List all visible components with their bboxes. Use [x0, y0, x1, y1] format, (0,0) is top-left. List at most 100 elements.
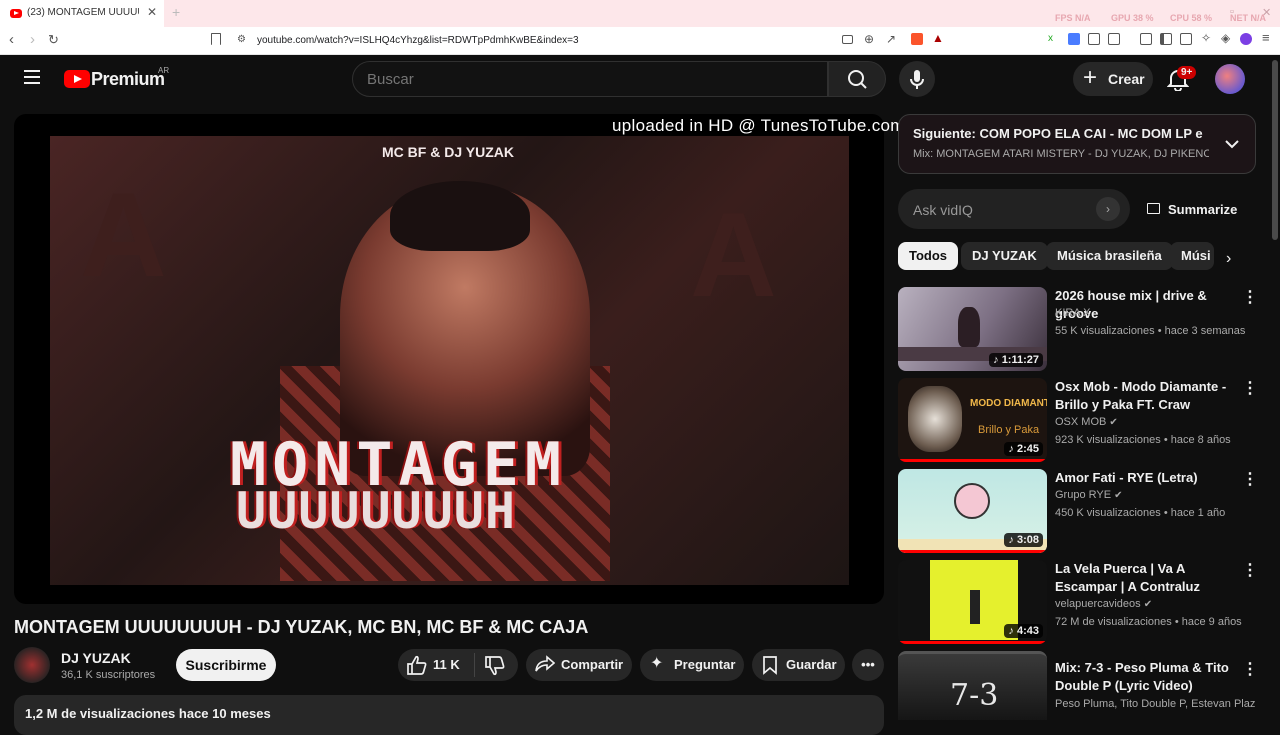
back-icon[interactable]: ‹	[9, 31, 14, 48]
watch-progress-bar	[898, 459, 1047, 462]
recommendation-item[interactable]: 7-3 Mix: 7-3 - Peso Pluma & Tito Double …	[898, 651, 1256, 720]
window-close-icon[interactable]: ✕	[1262, 6, 1271, 19]
leo-ai-icon[interactable]: ✧	[1201, 31, 1211, 45]
video-thumbnail[interactable]: ♪ 3:08	[898, 469, 1047, 553]
youtube-logo-icon[interactable]	[64, 70, 90, 88]
window-minimize-icon[interactable]: ▫	[1230, 6, 1234, 18]
duration-badge: ♪ 4:43	[1004, 624, 1043, 638]
video-thumbnail[interactable]: 7-3	[898, 651, 1047, 720]
chip-musica-brasilena[interactable]: Música brasileña	[1046, 242, 1173, 270]
views-and-date: 1,2 M de visualizaciones hace 10 meses	[25, 706, 271, 721]
thumb-mix-text: 7-3	[950, 678, 999, 713]
vpn-icon[interactable]: ◈	[1221, 31, 1230, 45]
share-label: Compartir	[561, 657, 624, 672]
more-actions-button[interactable]: •••	[852, 649, 884, 681]
search-button[interactable]	[828, 61, 886, 97]
site-settings-icon[interactable]: ⚙	[237, 34, 246, 45]
save-playlist-icon	[762, 655, 778, 680]
channel-avatar[interactable]	[14, 647, 50, 683]
chips-next-icon[interactable]: ›	[1226, 250, 1231, 268]
reload-icon[interactable]: ↻	[48, 32, 59, 48]
more-options-icon[interactable]: ⋮	[1242, 469, 1258, 489]
video-title-art-line2: UUUUUUUUH	[236, 482, 516, 540]
recommendation-title[interactable]: Osx Mob - Modo Diamante - Brillo y Paka …	[1055, 378, 1231, 414]
menu-icon[interactable]: ≡	[1262, 30, 1270, 45]
recommendation-title[interactable]: La Vela Puerca | Va A Escampar | A Contr…	[1055, 560, 1231, 596]
chip-todos[interactable]: Todos	[898, 242, 959, 270]
share-page-icon[interactable]: ↗	[886, 32, 896, 46]
brave-shield-icon[interactable]	[911, 33, 923, 45]
profile-icon[interactable]	[1240, 33, 1252, 45]
recommendation-channel[interactable]: OSX MOB ✔	[1055, 416, 1118, 428]
chip-musica[interactable]: Músi	[1170, 242, 1214, 270]
recommendation-item[interactable]: ♪ 3:08 Amor Fati - RYE (Letra) Grupo RYE…	[898, 469, 1258, 553]
recommendation-channel[interactable]: KIRA X	[1055, 307, 1090, 319]
expand-queue-icon[interactable]	[1225, 136, 1239, 154]
thumbs-down-icon	[485, 656, 505, 676]
channel-name[interactable]: DJ YUZAK	[61, 650, 131, 666]
recommendation-title[interactable]: Amor Fati - RYE (Letra)	[1055, 469, 1231, 487]
thumb-person	[958, 307, 980, 347]
wallet-icon[interactable]	[1180, 33, 1192, 45]
mix-title: Mix: MONTAGEM ATARI MISTERY - DJ YUZAK, …	[913, 148, 1209, 160]
plus-icon: +	[1083, 64, 1098, 91]
microphone-icon	[910, 70, 924, 89]
summarize-button[interactable]: Summarize	[1168, 202, 1237, 217]
thumb-figure	[970, 590, 980, 624]
video-thumbnail[interactable]: ♪ 1:11:27	[898, 287, 1047, 371]
notification-badge: 9+	[1177, 66, 1197, 79]
sparkle-icon: ✦	[650, 655, 664, 672]
sidebar-icon[interactable]	[1160, 33, 1172, 45]
chip-dj-yuzak[interactable]: DJ YUZAK	[961, 242, 1048, 270]
extension-x-icon[interactable]: x	[1048, 33, 1056, 45]
recommendation-title[interactable]: Mix: 7-3 - Peso Pluma & Tito Double P (L…	[1055, 659, 1231, 695]
like-button[interactable]	[406, 655, 428, 675]
video-thumbnail[interactable]: ♪ 4:43	[898, 560, 1047, 644]
youtube-favicon-icon	[10, 9, 22, 18]
account-avatar[interactable]	[1215, 64, 1245, 94]
playlist-queue-panel[interactable]	[898, 114, 1256, 174]
recommendation-item[interactable]: ♪ 1:11:27 2026 house mix | drive & groov…	[898, 287, 1258, 371]
recommendation-item[interactable]: MODO DIAMANTE Brillo y Paka ♪ 2:45 Osx M…	[898, 378, 1258, 462]
save-label: Guardar	[786, 657, 837, 672]
translate-extension-icon[interactable]	[1068, 33, 1080, 45]
voice-search-button[interactable]	[899, 61, 935, 97]
recommendation-channel[interactable]: Grupo RYE ✔	[1055, 489, 1123, 501]
search-input[interactable]	[352, 61, 828, 97]
background-graffiti-right: A	[690, 188, 777, 322]
recommendation-item[interactable]: ♪ 4:43 La Vela Puerca | Va A Escampar | …	[898, 560, 1258, 644]
video-thumbnail[interactable]: MODO DIAMANTE Brillo y Paka ♪ 2:45	[898, 378, 1047, 462]
more-options-icon[interactable]: ⋮	[1242, 378, 1258, 398]
screenshot-icon[interactable]	[1108, 33, 1120, 45]
rewards-icon[interactable]: ▲	[932, 31, 944, 45]
extensions-icon[interactable]	[1088, 33, 1100, 45]
new-tab-button[interactable]: +	[172, 4, 180, 20]
more-options-icon[interactable]: ⋮	[1242, 560, 1258, 580]
video-title: MONTAGEM UUUUUUUUH - DJ YUZAK, MC BN, MC…	[14, 617, 589, 637]
subscriber-count: 36,1 K suscriptores	[61, 669, 156, 681]
recommendation-meta: 923 K visualizaciones • hace 8 años	[1055, 434, 1231, 446]
verified-icon: ✔	[1143, 599, 1153, 610]
background-graffiti-left: A	[80, 168, 167, 302]
zoom-icon[interactable]: ⊕	[864, 32, 874, 46]
vidiq-send-icon[interactable]: ›	[1096, 197, 1120, 221]
share-icon	[535, 655, 556, 678]
more-options-icon[interactable]: ⋮	[1242, 659, 1256, 679]
create-label: Crear	[1108, 71, 1145, 87]
guide-menu-icon[interactable]	[24, 70, 40, 84]
more-options-icon[interactable]: ⋮	[1242, 287, 1258, 307]
url-field[interactable]: youtube.com/watch?v=ISLHQ4cYhzg&list=RDW…	[257, 35, 579, 46]
subscribe-button[interactable]: Suscribirme	[176, 649, 276, 681]
thumbs-up-icon	[407, 655, 427, 675]
logo-text[interactable]: Premium	[91, 69, 165, 90]
dislike-button[interactable]	[484, 656, 506, 676]
bookmark-icon[interactable]	[211, 33, 221, 45]
reading-list-icon[interactable]	[1140, 33, 1152, 45]
forward-icon[interactable]: ›	[30, 31, 35, 48]
cast-icon[interactable]	[842, 35, 853, 44]
thumb-subtext: Brillo y Paka	[978, 424, 1040, 436]
recommendation-channel[interactable]: Peso Pluma, Tito Double P, Estevan Plaz.…	[1055, 698, 1256, 710]
tab-close-icon[interactable]: ✕	[147, 5, 157, 19]
page-scrollbar[interactable]	[1272, 60, 1278, 240]
recommendation-channel[interactable]: velapuercavideos ✔	[1055, 598, 1152, 610]
